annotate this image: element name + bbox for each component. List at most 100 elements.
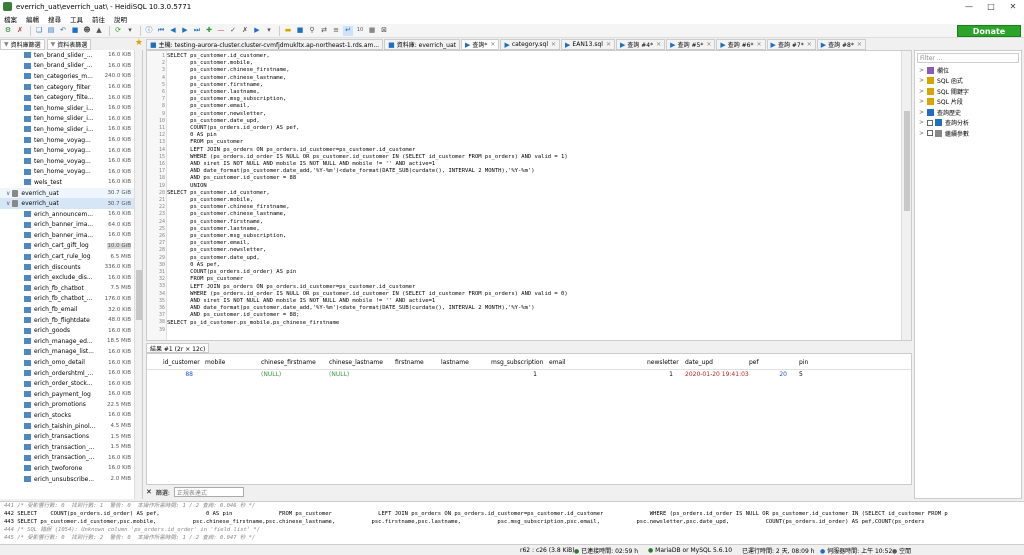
next-icon[interactable]: ▶ (180, 26, 190, 36)
tab-close-icon[interactable]: ✕ (757, 41, 762, 48)
tab-close-icon[interactable]: ✕ (490, 41, 495, 48)
database-filter-tab[interactable]: ▼ 資料庫篩選 (0, 39, 45, 50)
help-icon[interactable]: ⓘ (144, 26, 154, 36)
abort-icon[interactable]: ⊠ (379, 26, 389, 36)
column-header[interactable]: id_customer (161, 357, 202, 368)
query-tab[interactable]: ▶ 查詢 #4* ✕ (615, 39, 666, 50)
column-header[interactable]: lastname (439, 357, 471, 368)
filter-input[interactable]: 正規表達式 (173, 487, 244, 497)
result-grid[interactable]: id_customer mobile chinese_firstname chines… (146, 353, 912, 485)
last-icon[interactable]: ⏭ (192, 26, 202, 36)
column-header[interactable]: msg_subscription (489, 357, 545, 368)
query-tab[interactable]: ▶ 查詢 #6* ✕ (716, 39, 766, 50)
helper-item[interactable]: > 欄位 (915, 65, 1021, 76)
chevron-down-icon[interactable]: ∨ (6, 190, 10, 197)
tree-table-item[interactable]: ten_home_voyag... 16.0 KiB (0, 145, 142, 156)
refresh-icon[interactable]: ⟳ (113, 26, 123, 36)
tree-table-item[interactable]: erich_banner_ima... 16.0 KiB (0, 230, 142, 241)
minimize-icon[interactable]: — (958, 2, 980, 11)
query-tab[interactable]: ■ 主機: testing-aurora-cluster.cluster-cvmf… (146, 39, 384, 50)
tree-table-item[interactable]: erich_unsubscribe... 2.0 MiB (0, 474, 142, 485)
tree-table-item[interactable]: erich_manage_ed... 18.5 MiB (0, 336, 142, 347)
tree-table-item[interactable]: erich_stocks 16.0 KiB (0, 410, 142, 421)
tab-close-icon[interactable]: ✕ (606, 41, 611, 48)
prev-icon[interactable]: ◀ (168, 26, 178, 36)
tree-scroll-thumb[interactable] (136, 270, 142, 320)
tab-close-icon[interactable]: ✕ (706, 41, 711, 48)
tree-table-item[interactable]: erich_cart_gift_log 10.0 GiB (0, 241, 142, 252)
tree-table-item[interactable]: erich_transaction_... 1.5 MiB (0, 442, 142, 453)
menu-goto[interactable]: 前往 (92, 14, 105, 24)
editor-scrollbar[interactable] (901, 51, 911, 340)
close-icon[interactable]: ✕ (1002, 2, 1024, 11)
helper-item[interactable]: > 查詢歷史 (915, 107, 1021, 118)
tree-table-item[interactable]: ten_home_slider_i... 16.0 KiB (0, 124, 142, 135)
tree-table-item[interactable]: ten_category_filter 16.0 KiB (0, 82, 142, 93)
table-filter-tab[interactable]: ▼ 資料表篩選 (46, 39, 92, 50)
column-header[interactable]: newsletter (645, 357, 681, 368)
binary-icon[interactable]: 10 (355, 26, 365, 36)
helper-item[interactable]: > SQL 關鍵字 (915, 86, 1021, 97)
chevron-right-icon[interactable]: > (919, 88, 924, 95)
result-tab-1[interactable]: 結果 #1 (2r × 12c) (146, 343, 210, 353)
query-tab[interactable]: ■ 資料庫: everrich_uat (384, 39, 460, 50)
tree-table-item[interactable]: erich_fb_chatbot_... 176.0 KiB (0, 294, 142, 305)
tree-table-item[interactable]: erich_exclude_dis... 16.0 KiB (0, 272, 142, 283)
format-icon[interactable]: ≡ (331, 26, 341, 36)
remove-row-icon[interactable]: — (216, 26, 226, 36)
result-cell[interactable] (439, 369, 443, 380)
helper-item[interactable]: > SQL 函式 (915, 76, 1021, 87)
tree-table-item[interactable]: erich_goods 16.0 KiB (0, 325, 142, 336)
paste-icon[interactable]: ▤ (46, 26, 56, 36)
chevron-right-icon[interactable]: > (919, 67, 924, 74)
chevron-down-icon[interactable]: ∨ (6, 200, 10, 207)
find-icon[interactable]: ⚲ (307, 26, 317, 36)
menu-help[interactable]: 說明 (114, 14, 127, 24)
export-icon[interactable]: ▲ (94, 26, 104, 36)
copy-icon[interactable]: ❏ (34, 26, 44, 36)
helper-filter-input[interactable]: Filter ... (917, 53, 1019, 63)
tree-table-item[interactable]: erich_fb_chatbot 7.5 MiB (0, 283, 142, 294)
tab-close-icon[interactable]: ✕ (656, 41, 661, 48)
run-dropdown-icon[interactable]: ▾ (264, 26, 274, 36)
tab-close-icon[interactable]: ✕ (857, 41, 862, 48)
tree-table-item[interactable]: erich_ordershtml_... 16.0 KiB (0, 368, 142, 379)
column-header[interactable]: pef (747, 357, 761, 368)
menu-search[interactable]: 搜尋 (48, 14, 61, 24)
tree-table-item[interactable]: ten_home_voyag... 16.0 KiB (0, 156, 142, 167)
save-icon[interactable]: ■ (70, 26, 80, 36)
undo-icon[interactable]: ↶ (58, 26, 68, 36)
tree-table-item[interactable]: erich_cart_rule_log 6.5 MiB (0, 251, 142, 262)
result-cell[interactable] (203, 369, 207, 380)
helper-item[interactable]: > 繼續參數 (915, 128, 1021, 139)
column-header[interactable]: chinese_lastname (327, 357, 385, 368)
query-tab[interactable]: ▶ 查詢 #5* ✕ (666, 39, 716, 50)
donate-button[interactable]: Donate (957, 25, 1021, 37)
query-tab[interactable]: ▶ category.sql ✕ (500, 39, 561, 50)
tree-table-item[interactable]: ten_home_slider_i... 16.0 KiB (0, 114, 142, 125)
tree-table-item[interactable]: ten_home_slider_i... 16.0 KiB (0, 103, 142, 114)
checkbox[interactable] (927, 119, 934, 126)
chevron-right-icon[interactable]: > (919, 98, 924, 105)
tab-close-icon[interactable]: ✕ (807, 41, 812, 48)
helper-item[interactable]: > 查詢分析 (915, 118, 1021, 129)
database-tree[interactable]: ten_brand_slider_... 16.0 KiB ten_brand_sl… (0, 50, 143, 499)
tree-database-node[interactable]: ∨ everrich_uat 30.7 GiB (0, 198, 142, 209)
tree-table-item[interactable]: erich_order_stock... 16.0 KiB (0, 378, 142, 389)
column-header[interactable]: date_upd (683, 357, 715, 368)
query-tab[interactable]: ▶ 查詢* ✕ (461, 39, 500, 50)
result-cell[interactable]: (NULL) (259, 369, 283, 380)
result-cell[interactable]: 1 (489, 369, 539, 380)
tree-table-item[interactable]: ten_home_voyag... 16.0 KiB (0, 167, 142, 178)
chevron-right-icon[interactable]: > (919, 109, 924, 116)
query-tab[interactable]: ▶ 查詢 #7* ✕ (766, 39, 816, 50)
result-cell[interactable] (547, 369, 551, 380)
tree-table-item[interactable]: ten_brand_slider_... 16.0 KiB (0, 50, 142, 61)
tree-table-item[interactable]: erich_announcem... 16.0 KiB (0, 209, 142, 220)
tree-table-item[interactable]: erich_discounts 336.0 KiB (0, 262, 142, 273)
tree-table-item[interactable]: erich_twoforone 16.0 KiB (0, 463, 142, 474)
filter-close-icon[interactable]: ✕ (146, 488, 152, 496)
chevron-right-icon[interactable]: > (919, 77, 924, 84)
tree-table-item[interactable]: ten_brand_slider_... 16.0 KiB (0, 61, 142, 72)
sql-log[interactable]: 441 /* 受影響行數: 0 找到行數: 1 警告: 0 本操作所需時間: 1… (0, 501, 1024, 544)
